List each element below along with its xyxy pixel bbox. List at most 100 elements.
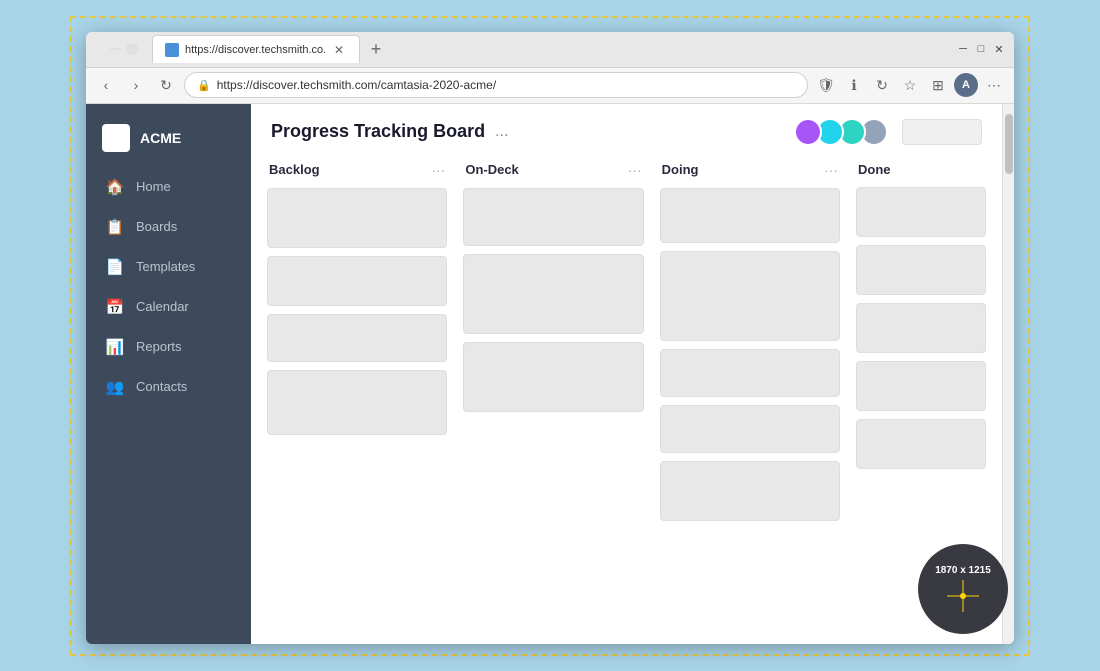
card[interactable] (463, 254, 643, 334)
profile-avatar[interactable]: A (954, 73, 978, 97)
card[interactable] (267, 188, 447, 248)
card[interactable] (267, 314, 447, 362)
card[interactable] (660, 349, 840, 397)
lock-icon: 🔒 (197, 79, 211, 92)
browser-tab-active[interactable]: https://discover.techsmith.co... ✕ (152, 35, 360, 63)
search-box[interactable] (902, 119, 982, 145)
card[interactable] (267, 370, 447, 435)
logo-icon (102, 124, 130, 152)
info-icon[interactable]: ℹ (842, 73, 866, 97)
address-bar-actions: 🛡 ℹ ↻ ☆ ⊞ A ⋯ (814, 73, 1006, 97)
shield-icon[interactable]: 🛡 (814, 73, 838, 97)
card[interactable] (856, 419, 986, 469)
bookmark-icon[interactable]: ☆ (898, 73, 922, 97)
card[interactable] (856, 303, 986, 353)
column-more-backlog[interactable]: ··· (431, 162, 445, 178)
card[interactable] (856, 245, 986, 295)
minimize-icon[interactable]: ─ (956, 42, 970, 56)
sidebar-item-calendar[interactable]: 📅 Calendar (90, 288, 247, 326)
sidebar-item-boards[interactable]: 📋 Boards (90, 208, 247, 246)
column-title-doing: Doing (662, 162, 699, 177)
avatar-1 (794, 118, 822, 146)
app-name: ACME (140, 130, 181, 146)
home-icon: 🏠 (106, 178, 124, 196)
sidebar-label-templates: Templates (136, 259, 195, 274)
column-on-deck: On-Deck ··· (463, 156, 643, 634)
tab-favicon (165, 43, 179, 57)
card[interactable] (463, 342, 643, 412)
column-title-done: Done (858, 162, 891, 177)
sidebar-label-calendar: Calendar (136, 299, 189, 314)
board-title: Progress Tracking Board (271, 121, 485, 142)
sidebar-label-home: Home (136, 179, 171, 194)
back-button[interactable]: ‹ (94, 73, 118, 97)
card[interactable] (660, 188, 840, 243)
column-header-on-deck: On-Deck ··· (463, 156, 643, 188)
contacts-icon: 👥 (106, 378, 124, 396)
more-options-icon[interactable]: ⋯ (982, 73, 1006, 97)
tab-title: https://discover.techsmith.co... (185, 44, 325, 56)
card[interactable] (856, 187, 986, 237)
app-content: ACME 🏠 Home 📋 Boards 📄 Templates (86, 104, 1014, 644)
sidebar-item-home[interactable]: 🏠 Home (90, 168, 247, 206)
refresh-icon[interactable]: ↻ (870, 73, 894, 97)
scrollbar-thumb[interactable] (1005, 114, 1013, 174)
tab-bar: https://discover.techsmith.co... ✕ + (152, 35, 950, 63)
tab-close-button[interactable]: ✕ (331, 42, 347, 58)
sidebar-label-contacts: Contacts (136, 379, 187, 394)
dimension-text: 1870 x 1215 (935, 565, 991, 576)
address-input[interactable]: 🔒 https://discover.techsmith.com/camtasi… (184, 72, 808, 98)
app-logo: ACME (86, 116, 251, 168)
dimension-overlay: 1870 x 1215 (918, 544, 1008, 634)
column-backlog: Backlog ··· (267, 156, 447, 634)
window-close-button[interactable] (94, 43, 106, 55)
sidebar-item-reports[interactable]: 📊 Reports (90, 328, 247, 366)
column-title-on-deck: On-Deck (465, 162, 518, 177)
board-header: Progress Tracking Board ... (251, 104, 1002, 156)
new-tab-button[interactable]: + (364, 37, 388, 61)
scrollbar[interactable] (1002, 104, 1014, 644)
restore-icon[interactable]: □ (974, 42, 988, 56)
column-cards-doing (660, 188, 840, 634)
board-area: Backlog ··· On-Deck (251, 156, 1002, 644)
sidebar-label-boards: Boards (136, 219, 177, 234)
card[interactable] (463, 188, 643, 246)
column-header-doing: Doing ··· (660, 156, 840, 188)
refresh-button[interactable]: ↻ (154, 73, 178, 97)
main-content: Progress Tracking Board ... (251, 104, 1002, 644)
card[interactable] (660, 251, 840, 341)
sidebar-item-contacts[interactable]: 👥 Contacts (90, 368, 247, 406)
window-minimize-button[interactable] (110, 48, 122, 50)
browser-window: https://discover.techsmith.co... ✕ + ─ □… (86, 32, 1014, 644)
column-header-backlog: Backlog ··· (267, 156, 447, 188)
sidebar-item-templates[interactable]: 📄 Templates (90, 248, 247, 286)
sidebar: ACME 🏠 Home 📋 Boards 📄 Templates (86, 104, 251, 644)
window-controls (94, 43, 138, 55)
crosshair-icon (947, 580, 979, 612)
close-icon[interactable]: ✕ (992, 42, 1006, 56)
forward-button[interactable]: › (124, 73, 148, 97)
column-cards-on-deck (463, 188, 643, 634)
crosshair-center (960, 593, 966, 599)
avatar-group (794, 118, 888, 146)
card[interactable] (267, 256, 447, 306)
boards-icon: 📋 (106, 218, 124, 236)
card[interactable] (660, 405, 840, 453)
column-header-done: Done (856, 156, 986, 187)
calendar-icon: 📅 (106, 298, 124, 316)
card[interactable] (660, 461, 840, 521)
board-more-button[interactable]: ... (495, 123, 508, 141)
column-more-doing[interactable]: ··· (824, 162, 838, 178)
window-maximize-button[interactable] (126, 43, 138, 55)
column-title-backlog: Backlog (269, 162, 320, 177)
column-cards-backlog (267, 188, 447, 634)
url-text: https://discover.techsmith.com/camtasia-… (217, 78, 496, 92)
card[interactable] (856, 361, 986, 411)
board-title-row: Progress Tracking Board ... (271, 121, 508, 142)
browser-titlebar: https://discover.techsmith.co... ✕ + ─ □… (86, 32, 1014, 68)
templates-icon: 📄 (106, 258, 124, 276)
reports-icon: 📊 (106, 338, 124, 356)
collections-icon[interactable]: ⊞ (926, 73, 950, 97)
sidebar-label-reports: Reports (136, 339, 182, 354)
column-more-on-deck[interactable]: ··· (628, 162, 642, 178)
